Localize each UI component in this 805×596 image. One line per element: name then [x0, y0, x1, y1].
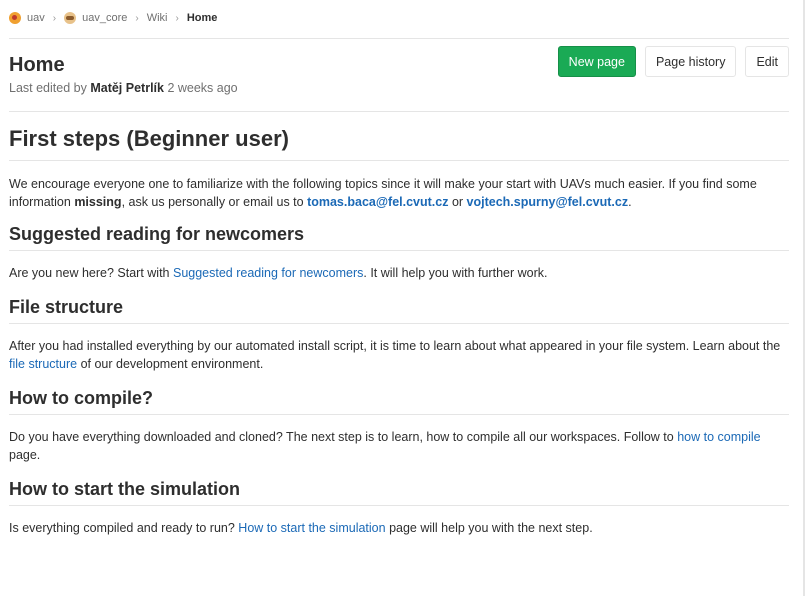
heading-start-simulation: How to start the simulation	[9, 477, 789, 506]
paragraph-first-steps: We encourage everyone one to familiarize…	[9, 175, 789, 211]
text: or	[448, 195, 467, 209]
divider	[9, 111, 789, 112]
bold-text: missing	[74, 195, 122, 209]
heading-first-steps: First steps (Beginner user)	[9, 124, 789, 161]
text: Are you new here? Start with	[9, 266, 173, 280]
paragraph-start-simulation: Is everything compiled and ready to run?…	[9, 519, 789, 537]
text: . It will help you with further work.	[363, 266, 548, 280]
edited-time: 2 weeks ago	[167, 81, 238, 95]
chevron-right-icon: ›	[135, 12, 139, 24]
edit-button[interactable]: Edit	[745, 46, 789, 77]
breadcrumb: uav › uav_core › Wiki › Home	[9, 9, 217, 27]
how-to-compile-link[interactable]: how to compile	[677, 430, 760, 444]
heading-how-to-compile: How to compile?	[9, 386, 789, 415]
chevron-right-icon: ›	[52, 12, 57, 24]
heading-suggested-reading: Suggested reading for newcomers	[9, 222, 789, 251]
project-avatar-icon	[64, 12, 77, 24]
group-avatar-icon	[9, 12, 21, 24]
paragraph-how-to-compile: Do you have everything downloaded and cl…	[9, 428, 789, 464]
email-link-tomas[interactable]: tomas.baca@fel.cvut.cz	[307, 195, 448, 209]
file-structure-link[interactable]: file structure	[9, 357, 77, 371]
wiki-content: First steps (Beginner user) We encourage…	[9, 124, 789, 537]
breadcrumb-group-label: uav	[27, 12, 45, 24]
chevron-right-icon: ›	[175, 12, 179, 24]
text: After you had installed everything by ou…	[9, 339, 781, 353]
author-link[interactable]: Matěj Petrlík	[90, 81, 164, 95]
suggested-reading-link[interactable]: Suggested reading for newcomers	[173, 266, 363, 280]
divider	[9, 38, 789, 39]
breadcrumb-wiki[interactable]: Wiki	[147, 12, 168, 24]
breadcrumb-project-label: uav_core	[82, 12, 128, 24]
text: page will help you with the next step.	[385, 521, 593, 535]
last-edited-info: Last edited by Matěj Petrlík 2 weeks ago	[9, 81, 238, 95]
text: .	[628, 195, 632, 209]
email-link-vojtech[interactable]: vojtech.spurny@fel.cvut.cz	[467, 195, 629, 209]
last-edited-prefix: Last edited by	[9, 81, 87, 95]
new-page-button[interactable]: New page	[557, 46, 636, 77]
breadcrumb-current[interactable]: Home	[187, 12, 218, 24]
paragraph-suggested-reading: Are you new here? Start with Suggested r…	[9, 264, 789, 282]
paragraph-file-structure: After you had installed everything by ou…	[9, 337, 789, 373]
text: page.	[9, 448, 41, 462]
breadcrumb-group[interactable]: uav	[9, 12, 45, 24]
page-history-button[interactable]: Page history	[644, 46, 737, 77]
heading-file-structure: File structure	[9, 295, 789, 324]
page-title: Home	[9, 54, 65, 76]
text: , ask us personally or email us to	[121, 195, 308, 209]
text: Do you have everything downloaded and cl…	[9, 430, 678, 444]
text: of our development environment.	[77, 357, 264, 371]
breadcrumb-project[interactable]: uav_core	[64, 12, 127, 24]
start-simulation-link[interactable]: How to start the simulation	[238, 521, 385, 535]
text: Is everything compiled and ready to run?	[9, 521, 239, 535]
wiki-actions: New page Page history Edit	[557, 46, 789, 77]
wiki-page: uav › uav_core › Wiki › Home Home Last e…	[0, 0, 805, 596]
